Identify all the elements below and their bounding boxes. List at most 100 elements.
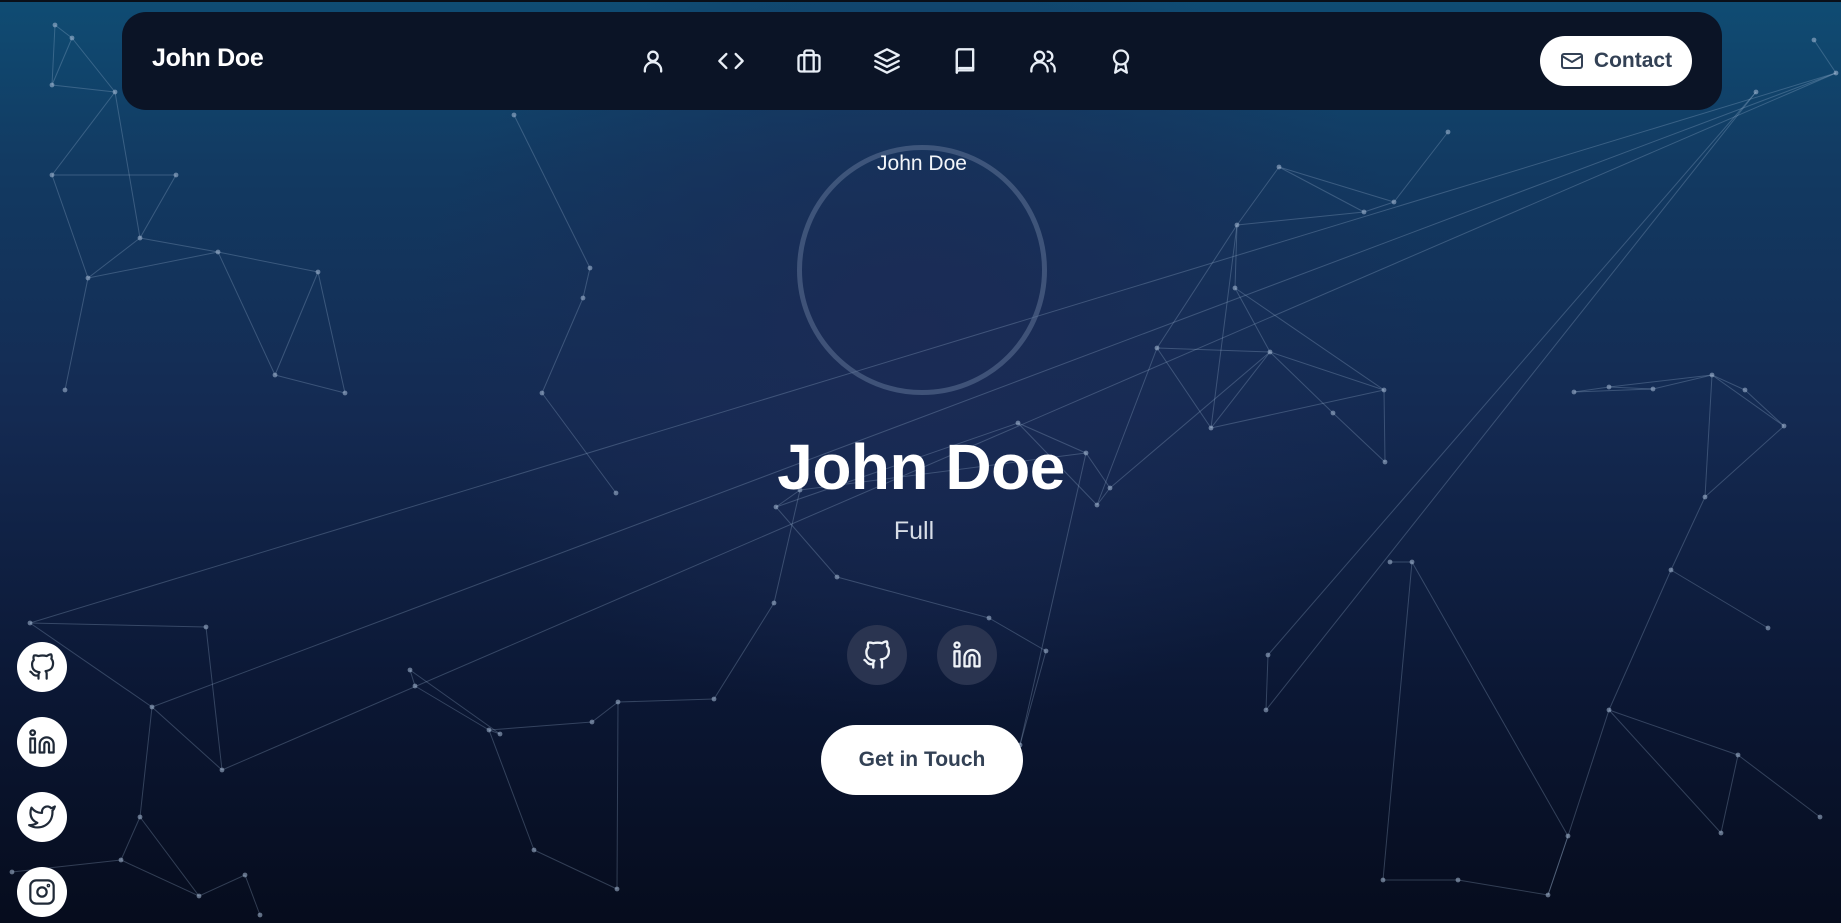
side-linkedin-link[interactable] [17, 717, 67, 767]
network-edge [488, 729, 535, 851]
nav-education[interactable] [951, 40, 1029, 82]
network-node [1043, 648, 1049, 654]
network-edge [1652, 374, 1713, 390]
network-edge [54, 24, 73, 39]
nav-experience[interactable] [795, 40, 873, 82]
network-edge [1744, 389, 1785, 427]
hero-linkedin-link[interactable] [937, 625, 997, 685]
network-edge [1382, 561, 1413, 881]
network-edge [1670, 496, 1706, 571]
network-node [589, 719, 595, 725]
nav-certifications[interactable] [1107, 40, 1185, 82]
network-edge [1393, 131, 1449, 203]
network-node [1742, 387, 1748, 393]
network-node [834, 574, 840, 580]
network-edge [1547, 835, 1569, 896]
network-edge [409, 669, 501, 735]
instagram-icon [29, 879, 55, 905]
side-github-link[interactable] [17, 642, 67, 692]
network-edge [1269, 351, 1385, 391]
network-edge [1608, 569, 1672, 711]
network-node [1606, 384, 1612, 390]
brand-logo[interactable]: John Doe [152, 44, 264, 73]
network-node [1817, 814, 1823, 820]
avatar [797, 145, 1047, 395]
network-edge [217, 251, 276, 376]
network-node [771, 600, 777, 606]
contact-button-label: Contact [1593, 49, 1673, 72]
network-node [203, 624, 209, 630]
get-in-touch-button[interactable]: Get in Touch [821, 725, 1023, 795]
network-edge [513, 114, 591, 269]
network-node [62, 387, 68, 393]
network-edge [1457, 879, 1549, 896]
network-edge [1210, 389, 1385, 429]
network-edge [1019, 650, 1047, 746]
twitter-icon [28, 805, 56, 829]
network-edge [87, 237, 141, 279]
network-edge [1704, 374, 1713, 498]
network-edge [488, 721, 593, 731]
network-node [407, 667, 413, 673]
network-edge [1704, 425, 1785, 498]
network-node [1765, 625, 1771, 631]
network-node [613, 490, 619, 496]
github-icon [29, 653, 55, 680]
network-node [486, 727, 492, 733]
network-node [615, 699, 621, 705]
side-twitter-link[interactable] [17, 792, 67, 842]
nav-about[interactable] [639, 40, 717, 82]
network-node [342, 390, 348, 396]
network-node [1735, 752, 1741, 758]
nav-skills[interactable] [717, 40, 795, 82]
network-node [215, 249, 221, 255]
network-node [1381, 387, 1387, 393]
network-node [118, 857, 124, 863]
contact-button[interactable]: Contact [1540, 36, 1692, 86]
network-edge [244, 874, 261, 916]
network-edge [713, 602, 775, 700]
network-edge [1265, 654, 1269, 711]
nav-testimonials[interactable] [1029, 40, 1107, 82]
nav-icons [639, 40, 1185, 82]
network-node [1015, 420, 1021, 426]
network-node [1445, 129, 1451, 135]
network-edge [139, 237, 219, 253]
network-node [49, 82, 55, 88]
github-icon [863, 640, 891, 669]
code-icon [718, 52, 744, 70]
network-node [1234, 222, 1240, 228]
network-edge [414, 685, 490, 731]
network-node [1263, 707, 1269, 713]
network-node [9, 869, 15, 875]
briefcase-icon [797, 49, 821, 73]
network-node [196, 893, 202, 899]
network-node [1718, 830, 1724, 836]
network-edge [1332, 412, 1386, 463]
network-node [1811, 37, 1817, 43]
network-edge [1737, 754, 1821, 818]
network-edge [836, 576, 990, 619]
network-edge [409, 669, 416, 687]
network-edge [1608, 709, 1722, 834]
network-edge [64, 277, 89, 391]
network-edge [51, 91, 116, 176]
nav-projects[interactable] [873, 40, 951, 82]
network-node [1382, 459, 1388, 465]
network-edge [617, 698, 715, 703]
network-edge [139, 816, 200, 897]
network-node [1709, 372, 1715, 378]
network-node [137, 235, 143, 241]
hero-github-link[interactable] [847, 625, 907, 685]
network-edge [1156, 347, 1212, 429]
network-edge [1210, 224, 1238, 429]
network-node [137, 814, 143, 820]
network-edge [1411, 561, 1569, 837]
network-node [1455, 877, 1461, 883]
network-edge [198, 874, 246, 897]
network-node [1833, 70, 1839, 76]
network-edge [1608, 386, 1654, 390]
network-node [1650, 386, 1656, 392]
network-node [773, 504, 779, 510]
side-instagram-link[interactable] [17, 867, 67, 917]
